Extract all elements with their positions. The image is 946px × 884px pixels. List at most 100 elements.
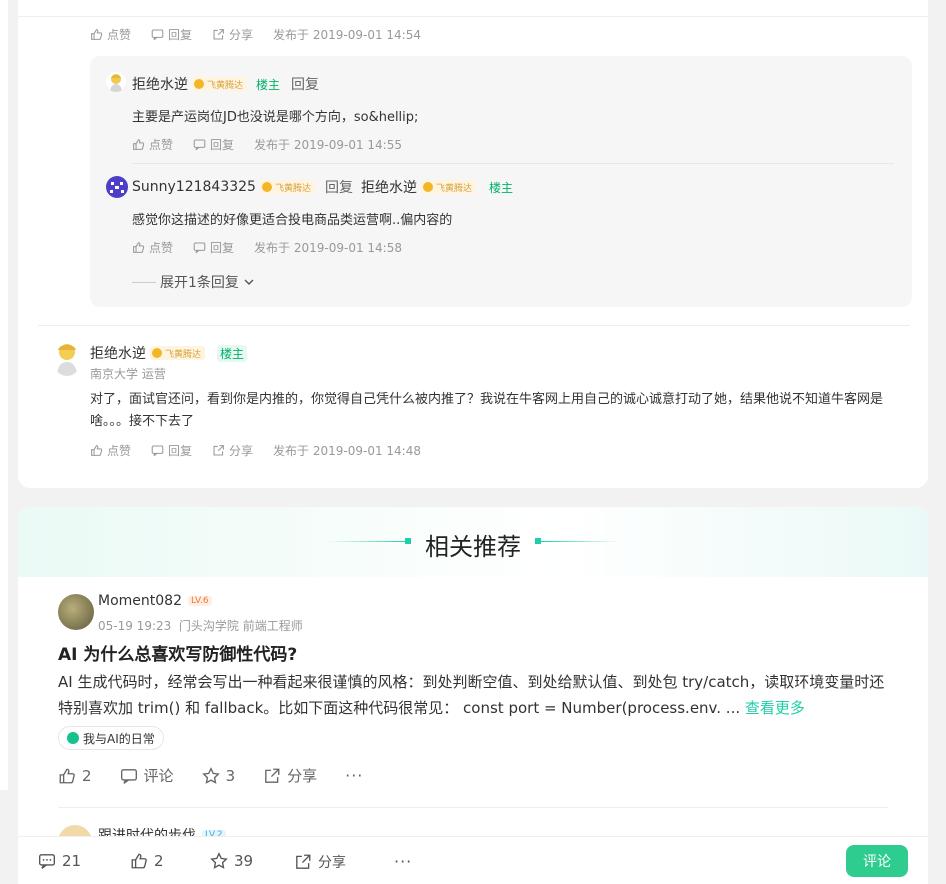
star-icon [210,852,228,869]
username[interactable]: 拒绝水逆 [90,343,146,363]
reply-actions: 点赞 回复 发布于 2019-09-01 14:55 [132,136,402,153]
star-icon [201,766,220,784]
avatar[interactable] [106,72,126,92]
topic-label: 我与AI的日常 [83,731,155,746]
divider [18,16,928,17]
more-icon[interactable]: ··· [345,766,363,785]
reply-actions: 点赞 回复 发布于 2019-09-01 14:58 [132,239,402,256]
reply-label: 回复 [168,28,193,42]
owner-tag: 楼主 [256,77,281,92]
medal-icon [261,182,272,192]
expand-label: 展开1条回复 [160,275,239,291]
expand-replies-button[interactable]: 展开1条回复 [132,272,255,292]
divider [58,807,888,808]
owner-tag: 楼主 [489,180,514,195]
like-label: 点赞 [107,444,132,458]
topic-tag[interactable]: 我与AI的日常 [58,726,164,750]
username[interactable]: Sunny121843325 [132,179,256,195]
like-button[interactable]: 点赞 [90,442,131,459]
divider [38,325,910,326]
thumb-up-icon [59,768,75,783]
user-avatar-icon [110,182,124,193]
divider [132,281,156,283]
username[interactable]: Moment082 [98,593,182,609]
comment-icon [193,139,206,151]
more-icon[interactable]: ··· [394,852,412,871]
avatar[interactable] [52,340,82,376]
medal-icon [152,348,162,358]
recommend-card: 相关推荐 Moment082 LV.6 05-19 19:23 门头沟学院 前端… [18,507,928,884]
user-meta: 南京大学 运营 [90,367,166,381]
post-time: 发布于 2019-09-01 14:58 [254,241,402,255]
comment-thread-card: 点赞 回复 分享 发布于 2019-09-01 14:54 拒绝水逆 飞黄腾达 … [18,0,928,488]
share-label: 分享 [229,28,254,42]
star-count: 39 [234,852,254,870]
like-button[interactable]: 2 [130,852,164,870]
bottom-action-bar: 21 2 39 分享 ··· 评论 [18,836,928,884]
thumb-up-icon [133,139,145,150]
share-button[interactable]: 分享 [212,26,253,43]
badge-label: 飞黄腾达 [207,80,244,91]
share-button[interactable]: 分享 [212,442,253,459]
reply-target-username[interactable]: 拒绝水逆 [361,177,417,197]
avatar[interactable] [58,594,94,630]
badge-label: 飞黄腾达 [435,183,472,194]
username[interactable]: 拒绝水逆 [132,74,188,94]
level-badge: 飞黄腾达 [420,180,476,194]
share-button[interactable]: 分享 [263,765,317,786]
medal-icon [194,79,204,89]
post-title[interactable]: AI 为什么总喜欢写防御性代码? [58,640,297,665]
share-label: 分享 [229,444,254,458]
share-icon [213,445,224,456]
comment-button[interactable]: 评论 [846,845,908,877]
badge-label: 飞黄腾达 [274,183,311,194]
reply-label: 回复 [210,138,235,152]
owner-tag: 楼主 [217,344,248,362]
post-actions: 2 评论 3 分享 ··· [58,765,391,786]
reply-to-label: 回复 [324,180,353,196]
reply-label: 回复 [210,241,235,255]
share-button[interactable]: 分享 [294,852,346,872]
see-more-link[interactable]: 查看更多 [745,699,805,717]
thumb-up-icon [133,242,145,253]
like-button[interactable]: 点赞 [132,239,173,256]
like-label: 点赞 [149,241,174,255]
post-body[interactable]: AI 生成代码时，经常会写出一种看起来很谨慎的风格：到处判断空值、到处给默认值、… [58,669,898,721]
share-label: 分享 [318,855,346,871]
reply-button[interactable]: 回复 [193,239,234,256]
favorite-button[interactable]: 3 [201,766,236,785]
reply-header: 拒绝水逆 飞黄腾达 楼主 回复 [132,74,319,94]
medal-icon [422,182,433,192]
like-label: 点赞 [107,28,132,42]
reply-label: 回复 [168,444,193,458]
star-count: 3 [225,766,236,785]
share-icon [296,854,311,869]
comment-header: 拒绝水逆 飞黄腾达 楼主 [90,343,248,363]
post-time: 发布于 2019-09-01 14:54 [273,28,421,42]
like-button[interactable]: 2 [58,767,92,785]
thumb-up-icon [91,29,103,40]
reply-text: 感觉你这描述的好像更适合投电商品类运营啊..偏内容的 [132,213,453,228]
avatar[interactable] [106,176,128,198]
favorite-button[interactable]: 39 [210,852,253,870]
badge-label: 飞黄腾达 [165,349,202,360]
comment-actions: 点赞 回复 分享 发布于 2019-09-01 14:54 [90,26,421,43]
user-avatar-icon [110,74,122,92]
comment-text: 对了，面试官还问，看到你是内推的，你觉得自己凭什么被内推了？我说在牛客网上用自己… [90,392,884,429]
reply-button[interactable]: 回复 [151,26,192,43]
reply-button[interactable]: 回复 [151,442,192,459]
level-badge: LV.6 [187,596,212,606]
like-button[interactable]: 点赞 [90,26,131,43]
comment-icon [120,768,137,784]
comments-button[interactable]: 21 [38,852,81,870]
user-avatar-icon [57,344,77,376]
comment-actions: 点赞 回复 分享 发布于 2019-09-01 14:48 [90,442,421,459]
reply-link[interactable]: 回复 [291,74,319,94]
comment-label: 评论 [143,767,174,785]
like-button[interactable]: 点赞 [132,136,173,153]
title-decoration [540,541,620,542]
reply-button[interactable]: 回复 [193,136,234,153]
thumb-up-icon [91,445,103,456]
comment-count: 21 [62,852,82,870]
comment-button[interactable]: 评论 [120,765,174,786]
